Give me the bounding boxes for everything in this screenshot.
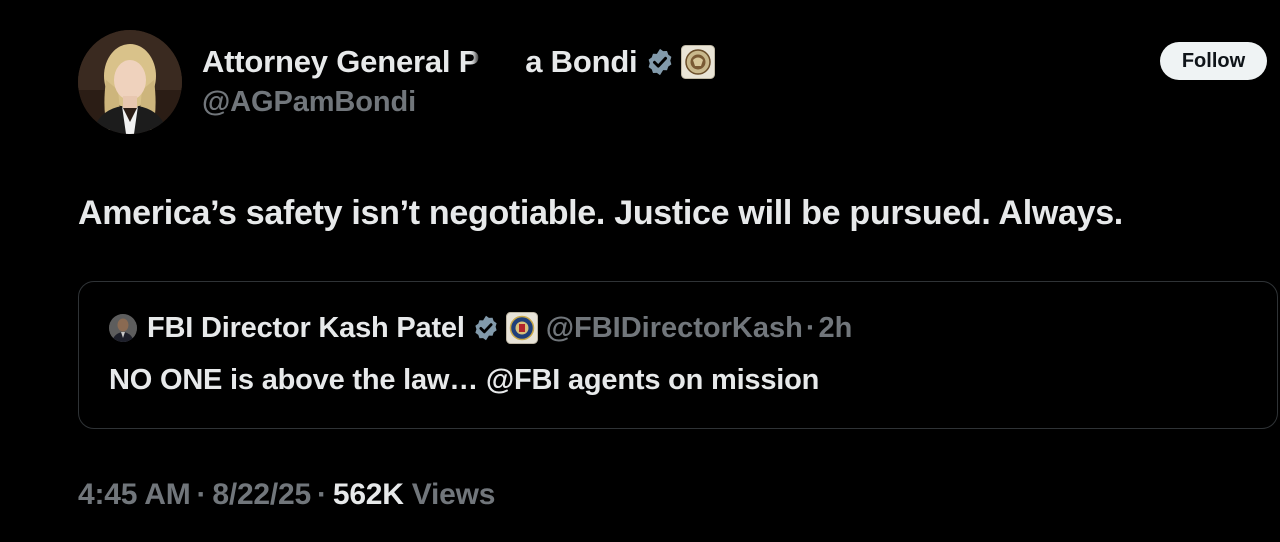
quoted-author-name[interactable]: FBI Director Kash Patel [147,312,465,345]
author-avatar[interactable] [78,30,182,134]
quoted-tweet-header: FBI Director Kash Patel @FBIDirectorKash… [109,310,852,346]
author-name-row: Attorney General Pa Bondi [202,42,716,82]
views-label: Views [411,478,496,511]
tweet-meta: 4:45 AM · 8/22/25 · 562K Views [78,478,495,512]
quoted-author-handle[interactable]: @FBIDirectorKash [546,312,803,345]
verified-badge-icon[interactable] [472,314,500,342]
author-block: Attorney General Pa Bondi @AGPamBondi [202,42,716,119]
author-display-name[interactable]: Attorney General Pa Bondi [202,44,638,80]
views-count: 562K [332,478,404,511]
follow-button[interactable]: Follow [1160,42,1267,80]
separator-dot: · [317,478,327,511]
quoted-tweet-card[interactable]: FBI Director Kash Patel @FBIDirectorKash… [78,281,1278,429]
tweet-text: America’s safety isn’t negotiable. Justi… [78,194,1123,232]
tweet-time[interactable]: 4:45 AM [78,478,191,512]
doj-seal-icon[interactable] [681,45,716,79]
tweet-date[interactable]: 8/22/25 [212,478,311,512]
quoted-tweet-time[interactable]: 2h [819,312,853,345]
redacted-region [480,50,525,76]
separator-dot: · [805,311,816,344]
separator-dot: · [196,478,207,511]
fbi-seal-icon[interactable] [505,312,538,344]
verified-badge-icon[interactable] [645,47,675,77]
author-handle[interactable]: @AGPamBondi [202,86,715,119]
quoted-author-avatar[interactable] [109,314,137,342]
quoted-tweet-text: NO ONE is above the law… @FBI agents on … [109,364,820,396]
